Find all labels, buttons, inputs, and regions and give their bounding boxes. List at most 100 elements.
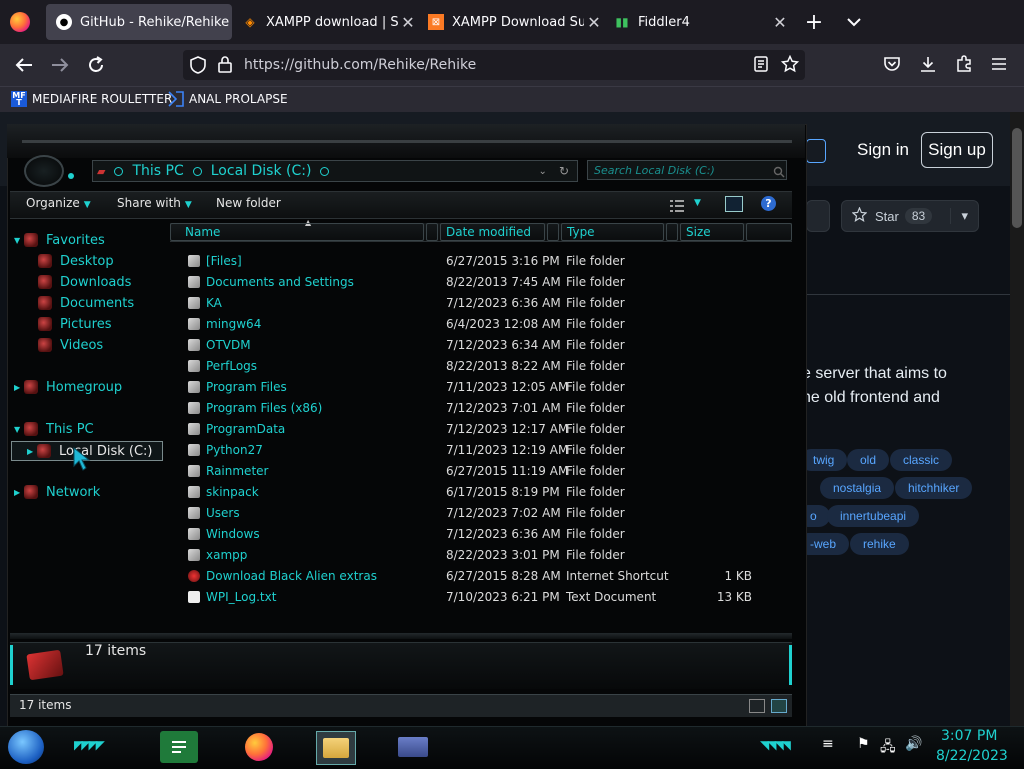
file-row[interactable]: xampp 8/22/2023 3:01 PM File folder	[170, 545, 770, 566]
nav-homegroup[interactable]: ▶ Homegroup	[14, 377, 122, 397]
column-size[interactable]: Size	[680, 223, 744, 241]
file-row[interactable]: [Files] 6/27/2015 3:16 PM File folder	[170, 251, 770, 272]
pane-separator[interactable]	[10, 633, 792, 639]
search-box[interactable]: Search Local Disk (C:)	[587, 160, 787, 180]
back-icon[interactable]	[10, 52, 38, 78]
close-tab-icon[interactable]: ✕	[584, 13, 604, 32]
breadcrumb-local-disk[interactable]: Local Disk (C:)	[211, 163, 312, 179]
bookmark-star-icon[interactable]	[780, 54, 800, 77]
star-button[interactable]: Star 83 ▾	[841, 200, 979, 232]
expand-arrow-icon[interactable]: ▼	[14, 236, 24, 245]
column-type-filter[interactable]	[666, 223, 678, 241]
close-tab-icon[interactable]: ✕	[398, 13, 418, 32]
topic-tag[interactable]: hitchhiker	[895, 477, 973, 499]
file-explorer-app[interactable]	[316, 731, 356, 765]
address-dropdown-icon[interactable]: ⌄	[539, 166, 547, 177]
firefox-app[interactable]	[240, 731, 278, 763]
share-with-button[interactable]: Share with ▼	[117, 196, 192, 210]
topic-tag[interactable]: rehike	[850, 533, 909, 555]
file-row[interactable]: Users 7/12/2023 7:02 AM File folder	[170, 503, 770, 524]
file-row[interactable]: OTVDM 7/12/2023 6:34 AM File folder	[170, 335, 770, 356]
nav-network[interactable]: ▶ Network	[14, 482, 100, 502]
nav-videos[interactable]: Videos	[38, 335, 103, 355]
refresh-icon[interactable]: ↻	[559, 164, 569, 178]
file-row[interactable]: PerfLogs 8/22/2013 8:22 AM File folder	[170, 356, 770, 377]
tab-github[interactable]: ● GitHub - Rehike/Rehike	[46, 4, 232, 40]
hamburger-menu-icon[interactable]	[991, 56, 1007, 75]
tab-fiddler[interactable]: ▮▮ Fiddler4 ✕	[604, 4, 790, 40]
expand-arrow-icon[interactable]: ▼	[14, 425, 24, 434]
url-text[interactable]: https://github.com/Rehike/Rehike	[244, 57, 476, 73]
expand-arrow-icon[interactable]: ▶	[27, 447, 37, 456]
show-hidden-icons-icon[interactable]: ≡	[822, 736, 834, 752]
star-dropdown-icon[interactable]: ▾	[950, 208, 968, 224]
topic-tag[interactable]: nostalgia	[820, 477, 895, 499]
new-tab-button[interactable]: +	[800, 8, 828, 36]
page-scrollbar-thumb[interactable]	[1012, 128, 1022, 228]
change-view-icon[interactable]	[669, 197, 685, 216]
nav-desktop[interactable]: Desktop	[38, 251, 114, 271]
file-row[interactable]: mingw64 6/4/2023 12:08 AM File folder	[170, 314, 770, 335]
help-icon[interactable]: ?	[761, 196, 776, 211]
tab-xampp-success[interactable]: ⊠ XAMPP Download Success ✕	[418, 4, 604, 40]
start-button[interactable]	[8, 730, 44, 764]
control-panel-app[interactable]	[394, 731, 432, 763]
network-tray-icon[interactable]: 🖧	[880, 736, 896, 760]
column-type[interactable]: Type	[561, 223, 664, 241]
view-dropdown-icon[interactable]: ▼	[694, 198, 701, 208]
volume-icon[interactable]: 🔊	[905, 736, 922, 752]
nav-this-pc[interactable]: ▼ This PC	[14, 419, 94, 439]
file-row[interactable]: skinpack 6/17/2015 8:19 PM File folder	[170, 482, 770, 503]
clock-time[interactable]: 3:07 PM	[941, 728, 997, 744]
extensions-icon[interactable]	[955, 55, 973, 77]
preview-pane-icon[interactable]	[725, 196, 743, 212]
reload-icon[interactable]	[82, 52, 110, 78]
column-name-filter[interactable]	[426, 223, 438, 241]
topic-tag[interactable]: innertubeapi	[827, 505, 920, 527]
topic-tag[interactable]: twig	[800, 449, 848, 471]
file-row[interactable]: WPI_Log.txt 7/10/2023 6:21 PM Text Documen…	[170, 587, 770, 608]
bookmark-mediafire[interactable]: MF T MEDIAFIRE ROULETTER	[11, 90, 172, 108]
details-view-icon[interactable]	[749, 699, 765, 713]
file-row[interactable]: Windows 7/12/2023 6:36 AM File folder	[170, 524, 770, 545]
nav-favorites[interactable]: ▼ Favorites	[14, 230, 105, 250]
lock-icon[interactable]	[218, 56, 232, 77]
file-row[interactable]: KA 7/12/2023 6:36 AM File folder	[170, 293, 770, 314]
expand-arrow-icon[interactable]: ▶	[14, 383, 24, 392]
nav-documents[interactable]: Documents	[38, 293, 134, 313]
action-center-flag-icon[interactable]: ⚑	[857, 736, 870, 752]
sticky-notes-app[interactable]	[160, 731, 198, 763]
file-row[interactable]: Documents and Settings 8/22/2013 7:45 AM F…	[170, 272, 770, 293]
clock-date[interactable]: 8/22/2023	[936, 748, 1008, 764]
tracking-protection-icon[interactable]	[190, 56, 206, 78]
sign-in-link[interactable]: Sign in	[857, 140, 909, 160]
column-name[interactable]: Name	[170, 223, 424, 241]
reader-view-icon[interactable]	[754, 56, 768, 76]
close-tab-icon[interactable]: ✕	[770, 13, 790, 32]
column-date-filter[interactable]	[547, 223, 559, 241]
tab-xampp-sourceforge[interactable]: ◈ XAMPP download | SourceForge ✕	[232, 4, 418, 40]
address-bar[interactable]: ▰ This PC Local Disk (C:) ⌄ ↻	[92, 160, 578, 182]
topic-tag[interactable]: classic	[890, 449, 953, 471]
file-row[interactable]: Rainmeter 6/27/2015 11:19 AM File folder	[170, 461, 770, 482]
organize-button[interactable]: Organize ▼	[26, 196, 91, 210]
expand-arrow-icon[interactable]: ▶	[14, 488, 24, 497]
column-extra[interactable]	[746, 223, 792, 241]
column-date-modified[interactable]: Date modified	[440, 223, 545, 241]
github-search-edge[interactable]	[806, 139, 826, 163]
breadcrumb-this-pc[interactable]: This PC	[132, 163, 183, 179]
history-arrow-icon[interactable]	[66, 165, 76, 179]
file-row[interactable]: Download Black Alien extras 6/27/2015 8:2…	[170, 566, 770, 587]
file-row[interactable]: Program Files (x86) 7/12/2023 7:01 AM File…	[170, 398, 770, 419]
alien-head-icon[interactable]	[24, 155, 64, 187]
new-folder-button[interactable]: New folder	[216, 196, 281, 210]
sign-up-button[interactable]: Sign up	[921, 132, 993, 168]
file-row[interactable]: Python27 7/11/2023 12:19 AM File folder	[170, 440, 770, 461]
downloads-icon[interactable]	[919, 55, 937, 77]
large-icons-view-icon[interactable]	[771, 699, 787, 713]
pocket-icon[interactable]	[883, 56, 901, 76]
fork-button-edge[interactable]	[806, 200, 830, 232]
list-all-tabs-icon[interactable]	[842, 8, 866, 36]
forward-icon[interactable]	[46, 52, 74, 78]
nav-downloads[interactable]: Downloads	[38, 272, 131, 292]
